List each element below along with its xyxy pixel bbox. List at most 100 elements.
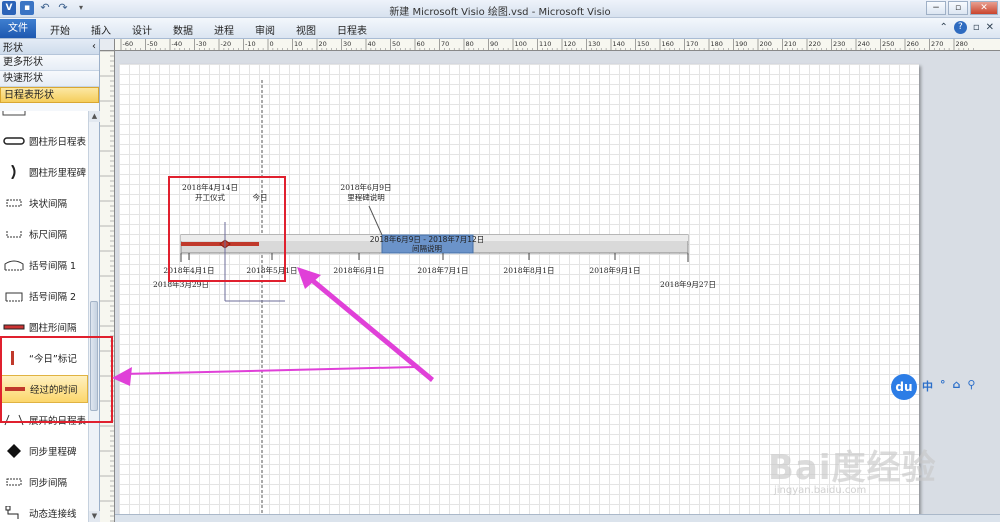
- stencil-item-label: 标尺间隔: [29, 230, 68, 241]
- stencil-item-expanded-timeline[interactable]: 展开的日程表: [0, 406, 88, 434]
- stencil-item-synced-milestone[interactable]: 同步里程碑: [0, 437, 88, 465]
- stencil-item-block-interval[interactable]: 块状间隔: [0, 189, 88, 217]
- stencil-item-label: 圆柱形里程碑: [29, 168, 87, 179]
- stencil-item-cylinder-timeline[interactable]: 圆柱形日程表: [0, 127, 88, 155]
- today-label: 今日: [253, 192, 268, 202]
- partial-item-icon: [2, 111, 26, 116]
- baidu-toolbar: 中 ° ⌂ ⚲: [922, 378, 975, 394]
- milestone-1-date: 2018年4月14日: [182, 182, 238, 192]
- ruler-label: 70: [441, 40, 449, 48]
- ruler-label: 60: [417, 40, 425, 48]
- horizontal-ruler[interactable]: -60 -50 -40 -30 -20 -10 0 10 20 30 40 50 60 70 80 90 100…: [115, 39, 1000, 51]
- ruler-label: -20: [221, 40, 232, 48]
- ruler-label: 10: [294, 40, 302, 48]
- stencil-item-bracket-interval-2[interactable]: 括号间隔 2: [0, 282, 88, 310]
- ribbon-minimize-icon[interactable]: ⌃: [939, 22, 947, 33]
- ruler-label: 110: [539, 40, 551, 48]
- tab-timeline[interactable]: 日程表: [337, 22, 367, 37]
- shapes-pane-title: 形状: [3, 43, 23, 54]
- tab-insert[interactable]: 插入: [91, 22, 111, 37]
- collapse-pane-icon[interactable]: ‹: [92, 41, 96, 52]
- stencil-list: 圆柱形日程表 圆柱形里程碑 块状间隔 标尺间隔 括号间隔 1 括号间隔 2 圆柱…: [0, 111, 88, 522]
- ruler-label: 130: [588, 40, 600, 48]
- timeline-ticks: [188, 253, 616, 260]
- minimize-button[interactable]: −: [926, 1, 946, 15]
- quick-shapes-item[interactable]: 快速形状: [0, 71, 99, 87]
- tab-review[interactable]: 审阅: [255, 22, 275, 37]
- stencil-item-today-marker[interactable]: “今日”标记: [0, 344, 88, 372]
- stencil-item-elapsed-time[interactable]: 经过的时间: [0, 375, 88, 403]
- tab-file[interactable]: 文件: [0, 19, 36, 38]
- ribbon-close-icon[interactable]: ✕: [986, 22, 994, 33]
- stencil-item-dynamic-connector[interactable]: 动态连接线: [0, 499, 88, 522]
- canvas-bottom-strip: [115, 514, 1000, 522]
- ruler-label: -40: [172, 40, 183, 48]
- stencil-item-label: 动态连接线: [29, 509, 77, 520]
- ruler-label: 260: [907, 40, 919, 48]
- maximize-button[interactable]: ▫: [948, 1, 968, 15]
- milestone-1-label: 开工仪式: [195, 192, 225, 202]
- close-button[interactable]: ✕: [970, 1, 998, 15]
- undo-icon[interactable]: ↶: [38, 1, 52, 15]
- stencil-item-label: 圆柱形日程表: [29, 137, 87, 148]
- synced-interval-icon: [6, 478, 22, 486]
- stencil-item-bracket-interval-1[interactable]: 括号间隔 1: [0, 251, 88, 279]
- ruler-label: 40: [368, 40, 376, 48]
- ruler-label: 20: [319, 40, 327, 48]
- stencil-item-label: 括号间隔 2: [29, 292, 77, 303]
- drawing-canvas[interactable]: 2018年6月9日 - 2018年7月12日 间隔说明 2018年4月14日 开…: [115, 51, 1000, 522]
- tab-home[interactable]: 开始: [50, 22, 70, 37]
- stencil-item-ruler-interval[interactable]: 标尺间隔: [0, 220, 88, 248]
- interval-range-label: 2018年6月9日 - 2018年7月12日: [370, 234, 485, 244]
- visio-app-icon[interactable]: V: [2, 1, 16, 15]
- scroll-thumb[interactable]: [90, 301, 98, 411]
- ruler-label: 160: [662, 40, 674, 48]
- stencil-item-label: 圆柱形间隔: [29, 323, 77, 334]
- stencil-item-cylinder-interval[interactable]: 圆柱形间隔: [0, 313, 88, 341]
- quick-access-toolbar: V ▪ ↶ ↷ ▾: [2, 1, 88, 15]
- tab-design[interactable]: 设计: [132, 22, 152, 37]
- ruler-label: 100: [515, 40, 527, 48]
- stencil-item-synced-interval[interactable]: 同步间隔: [0, 468, 88, 496]
- ribbon-restore-icon[interactable]: ▫: [973, 22, 980, 33]
- baidu-tool-box-icon[interactable]: ⌂: [953, 378, 961, 394]
- ruler-label: 150: [637, 40, 649, 48]
- ruler-interval-icon: [6, 231, 22, 238]
- interval-label: 间隔说明: [412, 243, 442, 253]
- ruler-label: 210: [784, 40, 796, 48]
- synced-milestone-icon: [7, 444, 21, 458]
- ruler-label: 250: [882, 40, 894, 48]
- tab-data[interactable]: 数据: [173, 22, 193, 37]
- ruler-label: 90: [490, 40, 498, 48]
- timeline-shapes-item[interactable]: 日程表形状: [0, 87, 99, 103]
- scroll-down-icon[interactable]: ▼: [89, 511, 100, 522]
- help-icon[interactable]: ?: [953, 21, 967, 34]
- stencil-scrollbar[interactable]: ▲ ▼: [88, 111, 100, 522]
- milestone-2-label: 里程碑说明: [347, 192, 385, 202]
- window-title: 新建 Microsoft Visio 绘图.vsd - Microsoft Vi…: [389, 7, 611, 18]
- elapsed-time-icon: [5, 387, 25, 391]
- tab-process[interactable]: 进程: [214, 22, 234, 37]
- baidu-tool-punct[interactable]: °: [940, 378, 946, 394]
- ruler-label: 220: [809, 40, 821, 48]
- stencil-item-label: 展开的日程表: [29, 416, 87, 427]
- tab-view[interactable]: 视图: [296, 22, 316, 37]
- ruler-corner: [100, 39, 115, 51]
- milestone-2-leader: [368, 205, 383, 236]
- more-shapes-item[interactable]: 更多形状: [0, 55, 99, 71]
- stencil-item-cylinder-milestone[interactable]: 圆柱形里程碑: [0, 158, 88, 186]
- horizontal-ruler-ticks: -60 -50 -40 -30 -20 -10 0 10 20 30 40 50 60 70 80 90 100…: [120, 39, 974, 50]
- baidu-tool-user-icon[interactable]: ⚲: [967, 378, 975, 394]
- ruler-label: -60: [123, 40, 134, 48]
- scroll-up-icon[interactable]: ▲: [89, 111, 100, 122]
- baidu-du-logo[interactable]: du: [891, 374, 917, 400]
- ruler-label: -30: [196, 40, 207, 48]
- redo-icon[interactable]: ↷: [56, 1, 70, 15]
- ruler-label: 170: [686, 40, 698, 48]
- baidu-tool-lang[interactable]: 中: [922, 378, 933, 394]
- ruler-label: 270: [931, 40, 943, 48]
- vertical-ruler[interactable]: [100, 51, 115, 522]
- timeline-drawing: 2018年6月9日 - 2018年7月12日 间隔说明 2018年4月14日 开…: [153, 80, 716, 522]
- save-icon[interactable]: ▪: [20, 1, 34, 15]
- customize-qat-icon[interactable]: ▾: [74, 1, 88, 15]
